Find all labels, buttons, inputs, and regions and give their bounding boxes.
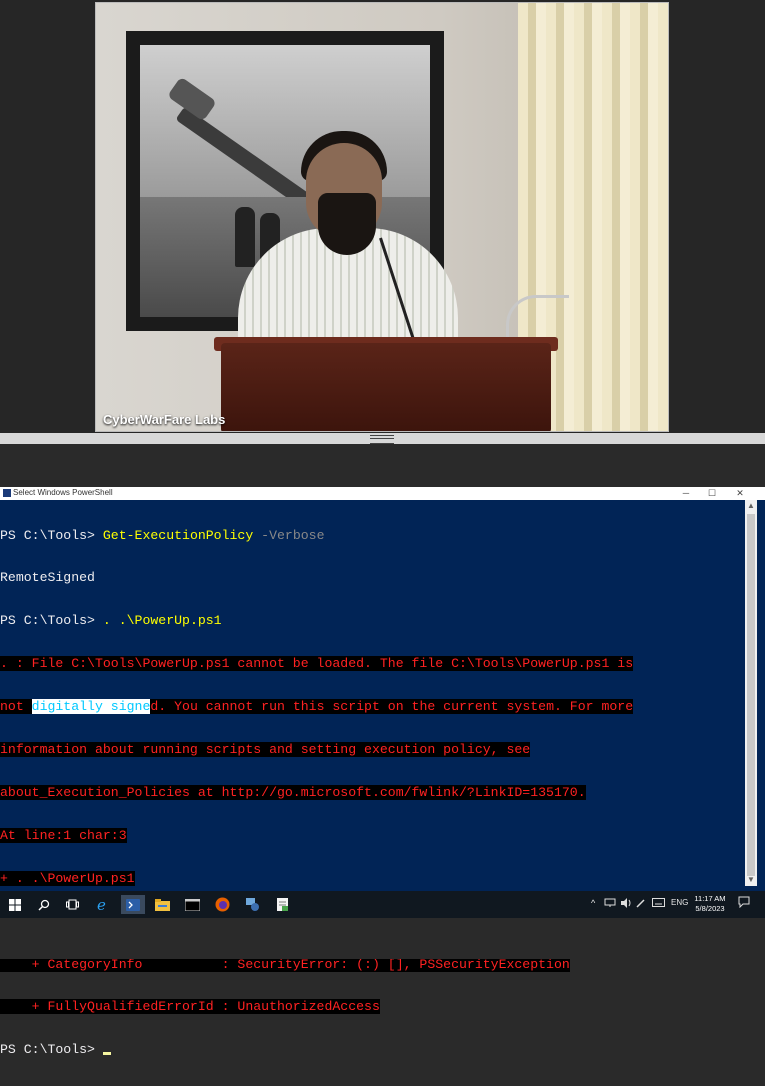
clock-time: 11:17 AM (694, 894, 726, 903)
vertical-scrollbar[interactable]: ▲ ▼ (745, 500, 757, 886)
powershell-window[interactable]: Select Windows PowerShell ─ ☐ ✕ PS C:\To… (0, 487, 765, 1057)
console-line: + CategoryInfo : SecurityError: (:) [], … (0, 956, 745, 972)
notepad-icon[interactable] (273, 895, 292, 914)
pen-icon[interactable] (636, 898, 646, 910)
clock-date: 5/8/2023 (695, 904, 725, 913)
action-center-icon[interactable] (738, 896, 750, 910)
minimize-button[interactable]: ─ (672, 487, 700, 500)
window-title: Select Windows PowerShell (13, 488, 113, 497)
poster-sailor (235, 207, 255, 267)
prompt: PS C:\Tools> (0, 1042, 103, 1058)
console-output[interactable]: PS C:\Tools> Get-ExecutionPolicy -Verbos… (0, 500, 745, 1057)
taskbar-clock[interactable]: 11:17 AM 5/8/2023 (690, 894, 730, 914)
console-line: . : File C:\Tools\PowerUp.ps1 cannot be … (0, 656, 745, 672)
console-line: + FullyQualifiedErrorId : UnauthorizedAc… (0, 999, 745, 1015)
error-text: . : File C:\Tools\PowerUp.ps1 cannot be … (0, 656, 634, 672)
prompt: PS C:\Tools> (0, 527, 103, 543)
video-watermark-label: CyberWarFare Labs (103, 412, 226, 427)
console-line: about_Execution_Policies at http://go.mi… (0, 784, 745, 800)
console-line: At line:1 char:3 (0, 827, 745, 843)
task-view-icon[interactable] (63, 895, 82, 914)
scroll-up-icon[interactable]: ▲ (745, 500, 757, 512)
console-line: not digitally signed. You cannot run thi… (0, 699, 745, 715)
splitter-grip-icon[interactable] (370, 435, 394, 444)
parameter-text: -Verbose (253, 527, 325, 543)
error-text: + FullyQualifiedErrorId : UnauthorizedAc… (0, 999, 380, 1015)
bottom-margin (0, 918, 765, 959)
network-admin-icon[interactable] (243, 895, 262, 914)
scrollbar-thumb[interactable] (747, 514, 755, 876)
command-text: Get-ExecutionPolicy (102, 527, 254, 543)
keyboard-icon[interactable] (652, 898, 665, 909)
error-text: At line:1 char:3 (0, 827, 127, 843)
powershell-taskbar-icon[interactable] (121, 895, 145, 914)
console-line[interactable]: PS C:\Tools> (0, 1043, 745, 1057)
language-indicator[interactable]: ENG (671, 898, 688, 907)
powershell-icon (3, 489, 11, 497)
output-text: RemoteSigned (0, 570, 95, 586)
spacer (0, 444, 765, 487)
file-explorer-icon[interactable] (153, 895, 172, 914)
powershell-titlebar[interactable]: Select Windows PowerShell ─ ☐ ✕ (0, 487, 765, 500)
error-text: d. You cannot run this script on the cur… (150, 699, 634, 715)
search-icon[interactable] (34, 895, 53, 914)
taskbar: e ^ ENG 11:17 AM 5/8/2023 (0, 891, 765, 918)
prompt: PS C:\Tools> (0, 613, 103, 629)
podium (221, 343, 551, 431)
firefox-icon[interactable] (213, 895, 232, 914)
windows-start-icon[interactable] (5, 895, 24, 914)
internet-explorer-icon[interactable]: e (93, 895, 112, 914)
selected-text[interactable]: digitally signe (31, 699, 151, 715)
svg-text:e: e (97, 897, 106, 912)
maximize-button[interactable]: ☐ (698, 487, 726, 500)
volume-icon[interactable] (620, 898, 632, 910)
error-text: about_Execution_Policies at http://go.mi… (0, 784, 586, 800)
console-line: + . .\PowerUp.ps1 (0, 870, 745, 886)
presenter-video[interactable]: CyberWarFare Labs (95, 2, 669, 432)
console-line: PS C:\Tools> Get-ExecutionPolicy -Verbos… (0, 527, 745, 543)
panel-splitter[interactable] (0, 433, 765, 444)
console-line: PS C:\Tools> . .\PowerUp.ps1 (0, 614, 745, 628)
console-line: RemoteSigned (0, 571, 745, 585)
error-text: information about running scripts and se… (0, 742, 531, 758)
error-text: not (0, 699, 32, 715)
command-text: . .\PowerUp.ps1 (102, 613, 222, 629)
network-icon[interactable] (604, 898, 616, 910)
presenter-beard (318, 193, 376, 255)
cmd-icon[interactable] (183, 895, 202, 914)
tray-chevron-icon[interactable]: ^ (591, 898, 595, 908)
console-line: information about running scripts and se… (0, 742, 745, 758)
text-cursor (102, 1052, 111, 1056)
scroll-down-icon[interactable]: ▼ (745, 874, 757, 886)
close-button[interactable]: ✕ (726, 487, 754, 500)
video-panel: CyberWarFare Labs (0, 0, 765, 433)
error-text: + . .\PowerUp.ps1 (0, 870, 135, 886)
